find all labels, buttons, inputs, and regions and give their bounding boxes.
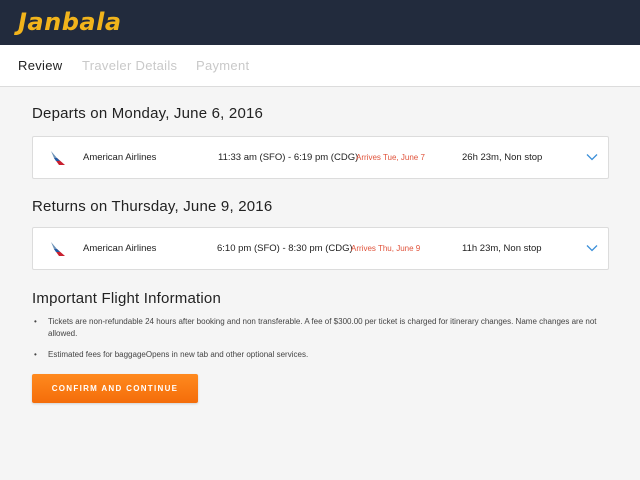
- flight-times: 11:33 am (SFO) - 6:19 pm (CDG): [218, 152, 359, 163]
- bullet-icon: •: [34, 350, 37, 359]
- confirm-and-continue-button[interactable]: CONFIRM AND CONTINUE: [32, 374, 198, 403]
- step-traveler-details[interactable]: Traveler Details: [82, 58, 177, 74]
- chevron-down-icon[interactable]: [585, 241, 599, 255]
- flight-duration: 11h 23m, Non stop: [462, 243, 542, 254]
- american-airlines-logo-icon: [51, 151, 65, 165]
- important-info-list: • Tickets are non-refundable 24 hours aft…: [32, 316, 602, 370]
- american-airlines-logo-icon: [51, 242, 65, 256]
- step-review[interactable]: Review: [18, 58, 62, 74]
- return-title: Returns on Thursday, June 9, 2016: [32, 198, 273, 215]
- flight-duration: 26h 23m, Non stop: [462, 152, 543, 163]
- flight-times: 6:10 pm (SFO) - 8:30 pm (CDG): [217, 243, 353, 254]
- top-bar: Janbala: [0, 0, 640, 45]
- chevron-down-icon[interactable]: [585, 150, 599, 164]
- return-flight-card[interactable]: American Airlines 6:10 pm (SFO) - 8:30 p…: [32, 227, 609, 270]
- janbala-logo[interactable]: Janbala: [18, 8, 122, 36]
- step-payment[interactable]: Payment: [196, 58, 249, 74]
- airline-name: American Airlines: [83, 152, 157, 163]
- bullet-icon: •: [34, 317, 37, 326]
- important-info-title: Important Flight Information: [32, 290, 222, 307]
- departure-flight-card[interactable]: American Airlines 11:33 am (SFO) - 6:19 …: [32, 136, 609, 179]
- list-item: • Estimated fees for baggageOpens in new …: [32, 349, 602, 361]
- departure-title: Departs on Monday, June 6, 2016: [32, 105, 264, 122]
- airline-name: American Airlines: [83, 243, 157, 254]
- info-item-text: Estimated fees for baggageOpens in new t…: [48, 350, 309, 359]
- arrival-date-note: Arrives Tue, June 7: [356, 153, 425, 162]
- list-item: • Tickets are non-refundable 24 hours aft…: [32, 316, 602, 340]
- checkout-steps: Review Traveler Details Payment: [0, 45, 640, 87]
- arrival-date-note: Arrives Thu, June 9: [351, 244, 421, 253]
- info-item-text: Tickets are non-refundable 24 hours afte…: [48, 317, 597, 338]
